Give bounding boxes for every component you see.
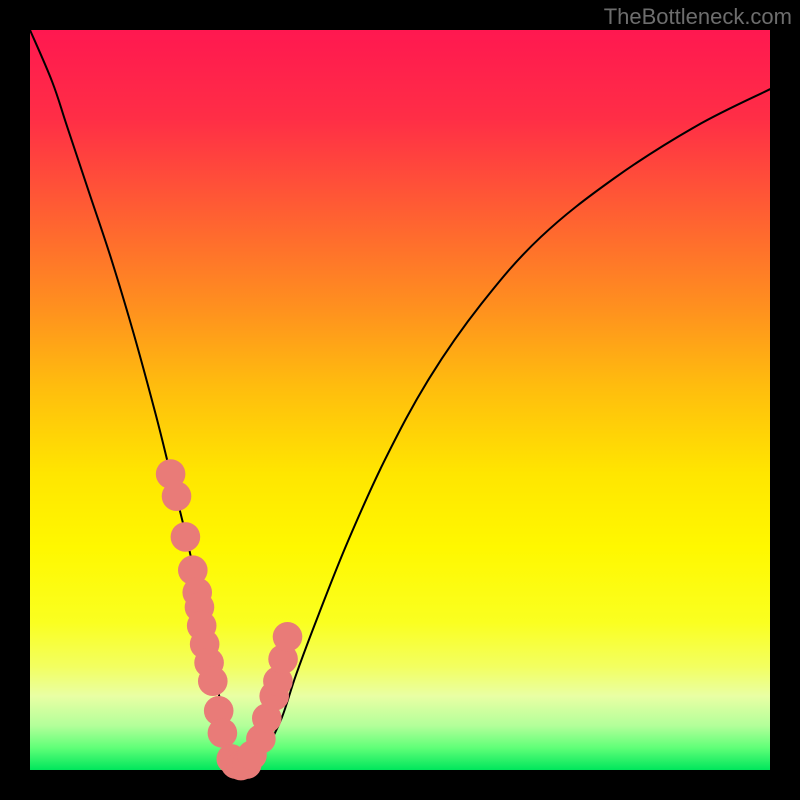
chart-frame: TheBottleneck.com [0,0,800,800]
marker-dot [198,666,228,696]
marker-cluster [156,459,303,780]
watermark-label: TheBottleneck.com [604,4,792,30]
bottleneck-curve [30,30,770,770]
chart-svg [30,30,770,770]
marker-dot [273,622,303,652]
marker-dot [162,481,192,511]
marker-dot [208,718,238,748]
marker-dot [171,522,201,552]
